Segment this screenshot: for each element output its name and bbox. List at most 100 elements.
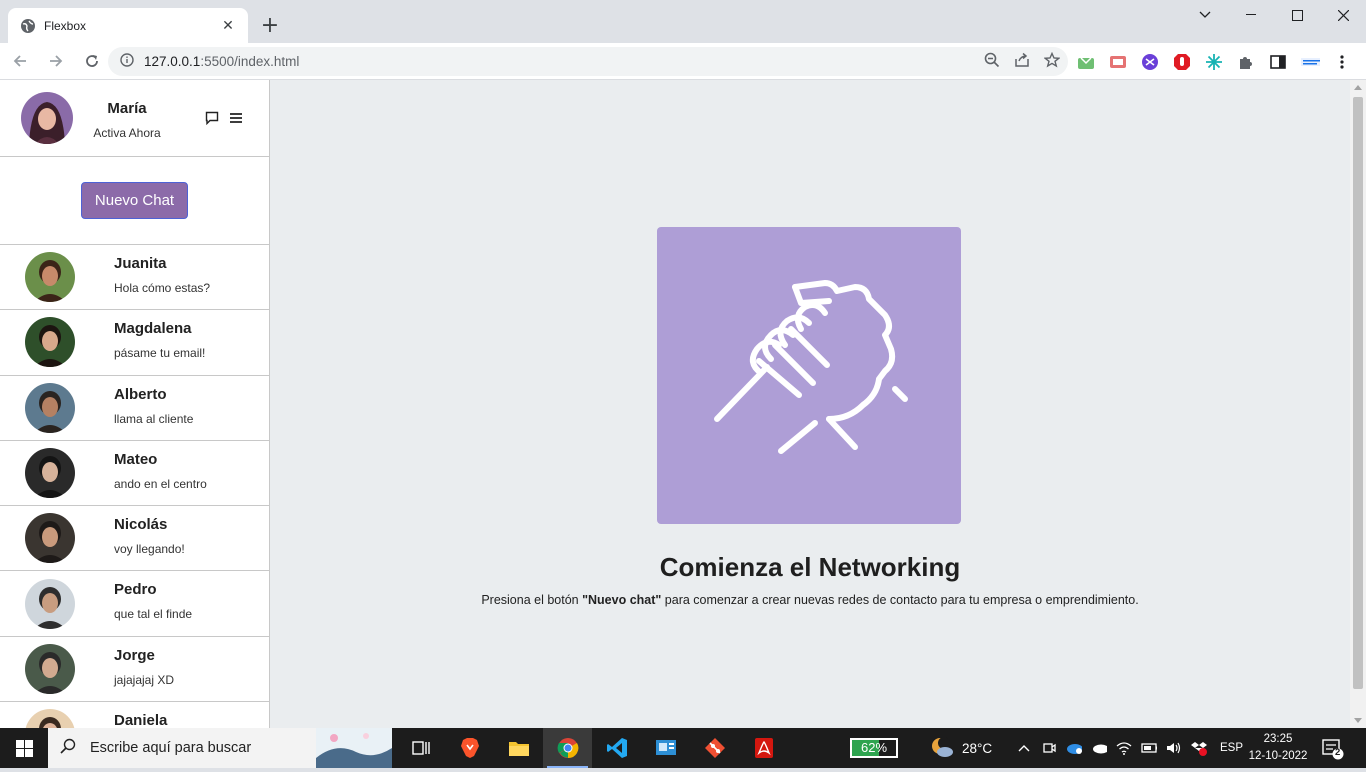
weather-widget[interactable]: 28°C <box>930 728 992 768</box>
clock-date: 12-10-2022 <box>1248 750 1308 762</box>
info-icon[interactable] <box>120 52 134 71</box>
extensions-row <box>1076 47 1352 76</box>
chat-contact-name: Nicolás <box>114 516 168 534</box>
profile-status: Activa Ahora <box>93 126 161 140</box>
chat-item[interactable]: Jorge jajajajaj XD <box>0 637 269 703</box>
share-icon[interactable] <box>1014 52 1030 72</box>
dropbox-icon[interactable] <box>1191 740 1207 756</box>
scroll-down-icon[interactable] <box>1354 718 1362 723</box>
new-chat-area: Nuevo Chat <box>0 157 269 245</box>
git-icon[interactable] <box>690 728 739 768</box>
avatar <box>25 252 75 303</box>
url-path: :5500/index.html <box>200 54 300 69</box>
hero-illustration <box>657 227 961 524</box>
language-indicator[interactable]: ESP <box>1220 742 1243 754</box>
page-title: Comienza el Networking <box>659 552 961 582</box>
chat-item[interactable]: Pedro que tal el finde <box>0 571 269 637</box>
chat-last-message: Hola cómo estas? <box>114 281 211 295</box>
avatar <box>25 448 75 499</box>
chat-contact-name: Pedro <box>114 581 157 599</box>
scroll-thumb[interactable] <box>1353 97 1363 689</box>
window-controls <box>1182 0 1366 30</box>
close-window-icon[interactable] <box>1320 0 1366 30</box>
chat-contact-name: Juanita <box>114 255 167 272</box>
forward-icon[interactable] <box>40 45 72 77</box>
control-panel-icon[interactable] <box>641 728 690 768</box>
minimize-icon[interactable] <box>1228 0 1274 30</box>
globe-icon <box>20 18 36 34</box>
windows-start-icon[interactable] <box>0 728 48 768</box>
menu-icon[interactable] <box>229 110 243 129</box>
brave-icon[interactable] <box>445 728 494 768</box>
chat-item[interactable]: Daniela <box>0 702 269 728</box>
chat-item[interactable]: Juanita Hola cómo estas? <box>0 245 269 311</box>
taskbar-search[interactable]: Escribe aquí para buscar <box>48 728 392 768</box>
chat-last-message: jajajajaj XD <box>114 672 175 687</box>
meet-now-icon[interactable] <box>1041 740 1057 756</box>
battery-tray-icon[interactable] <box>1141 740 1157 756</box>
extension-purple-icon[interactable] <box>1140 52 1160 72</box>
avatar <box>25 382 75 433</box>
scroll-up-icon[interactable] <box>1354 85 1362 90</box>
side-panel-icon[interactable] <box>1268 52 1288 72</box>
chat-item[interactable]: Magdalena pásame tu email! <box>0 310 269 376</box>
close-tab-icon[interactable]: ✕ <box>220 18 236 34</box>
browser-tab[interactable]: Flexbox ✕ <box>8 8 248 43</box>
new-tab-button[interactable]: + <box>258 14 282 38</box>
chat-contact-name: Alberto <box>114 385 167 403</box>
task-view-icon[interactable] <box>396 728 445 768</box>
chat-sidebar: María Activa Ahora Nuevo Chat Juanita Hol… <box>0 80 270 728</box>
chat-last-message: voy llegando! <box>114 542 185 557</box>
volume-icon[interactable] <box>1166 740 1182 756</box>
new-chat-button[interactable]: Nuevo Chat <box>80 182 189 219</box>
extensions-puzzle-icon[interactable] <box>1236 52 1256 72</box>
vscode-icon[interactable] <box>592 728 641 768</box>
tab-search-icon[interactable] <box>1182 0 1228 30</box>
extension-adblock-icon[interactable] <box>1172 52 1192 72</box>
wifi-icon[interactable] <box>1116 740 1132 756</box>
chat-bubble-icon[interactable] <box>205 110 219 129</box>
chat-contact-name: Magdalena <box>114 320 192 338</box>
extension-inbox-icon[interactable] <box>1076 52 1096 72</box>
chat-last-message: llama al cliente <box>114 411 194 426</box>
chrome-icon[interactable] <box>543 728 592 768</box>
chat-text: Jorge jajajajaj XD <box>114 647 174 687</box>
chat-last-message: ando en el centro <box>114 476 207 491</box>
profile-badge-icon[interactable] <box>1300 52 1320 72</box>
battery-indicator[interactable]: 62% <box>850 738 898 758</box>
extension-cast-icon[interactable] <box>1108 52 1128 72</box>
profile-text: María Activa Ahora <box>92 100 162 140</box>
reload-icon[interactable] <box>76 45 108 77</box>
address-bar[interactable]: 127.0.0.1:5500/index.html <box>108 47 1068 76</box>
bookmark-star-icon[interactable] <box>1043 51 1061 72</box>
profile-name: María <box>107 100 147 117</box>
cloud-sync-icon[interactable] <box>1066 740 1082 756</box>
url-host: 127.0.0.1 <box>144 54 201 69</box>
battery-text: 62% <box>860 740 888 755</box>
notification-center[interactable]: 2 <box>1322 738 1344 760</box>
chat-text: Pedro que tal el finde <box>114 581 192 621</box>
taskbar-apps <box>396 728 788 768</box>
taskbar-clock[interactable]: 23:25 12-10-2022 <box>1248 731 1308 765</box>
chat-item[interactable]: Alberto llama al cliente <box>0 376 269 441</box>
zoom-icon[interactable] <box>984 52 1000 72</box>
extension-spark-icon[interactable] <box>1204 52 1224 72</box>
chat-item[interactable]: Nicolás voy llegando! <box>0 506 269 572</box>
acrobat-icon[interactable] <box>739 728 788 768</box>
chat-item[interactable]: Mateo ando en el centro <box>0 441 269 507</box>
onedrive-icon[interactable] <box>1091 740 1107 756</box>
file-explorer-icon[interactable] <box>494 728 543 768</box>
chevron-up-icon[interactable] <box>1016 740 1032 756</box>
weather-moon-icon <box>930 736 954 761</box>
back-icon[interactable] <box>4 45 36 77</box>
page-scrollbar[interactable] <box>1350 80 1366 728</box>
maximize-icon[interactable] <box>1274 0 1320 30</box>
tab-title: Flexbox <box>44 18 87 33</box>
browser-menu-icon[interactable] <box>1332 52 1352 72</box>
notification-count: 2 <box>1335 747 1341 758</box>
avatar <box>25 317 75 368</box>
notification-icon <box>1322 739 1344 760</box>
search-placeholder: Escribe aquí para buscar <box>90 740 252 756</box>
avatar <box>25 709 75 728</box>
avatar[interactable] <box>21 92 73 144</box>
